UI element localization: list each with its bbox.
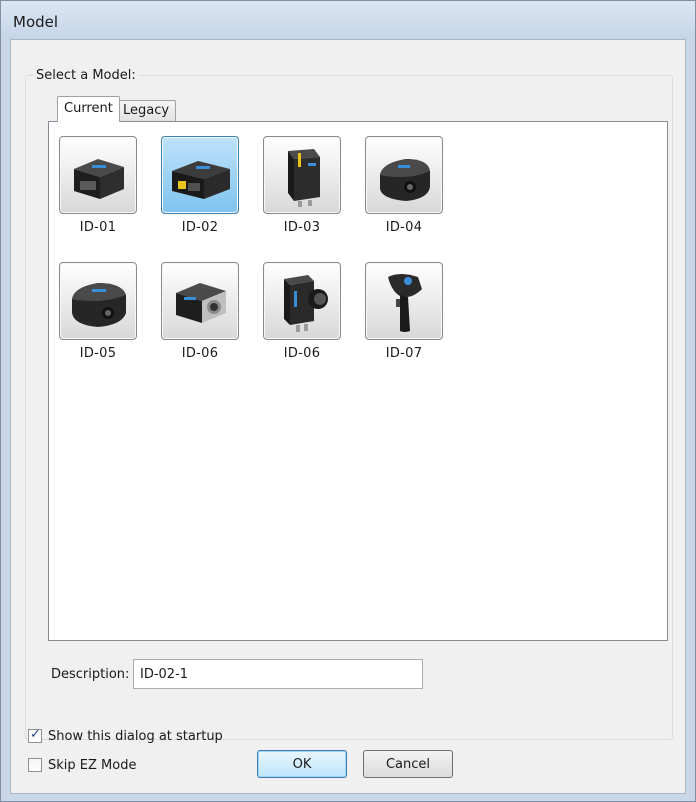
tab-current[interactable]: Current (57, 96, 120, 122)
model-thumbnail (161, 136, 239, 214)
model-label: ID-06 (181, 346, 219, 361)
skip-ez-mode-label: Skip EZ Mode (48, 757, 137, 773)
model-item-id-03[interactable]: ID-03 (255, 136, 345, 256)
model-label: ID-04 (385, 220, 423, 235)
model-item-id-02[interactable]: ID-02 (153, 136, 243, 256)
model-item-id-04[interactable]: ID-04 (357, 136, 447, 256)
model-item-id-06-b[interactable]: ID-06 (255, 262, 345, 382)
description-label: Description: (51, 667, 130, 682)
model-thumbnail (263, 136, 341, 214)
model-item-id-07[interactable]: ID-07 (357, 262, 447, 382)
scanner-dome-icon (380, 159, 430, 201)
select-model-legend: Select a Model: (36, 68, 136, 83)
cancel-button[interactable]: Cancel (363, 750, 453, 778)
model-label: ID-06 (283, 346, 321, 361)
skip-ez-mode-checkbox[interactable] (28, 758, 42, 772)
model-thumbnail (59, 136, 137, 214)
show-at-startup-checkbox[interactable] (28, 727, 42, 743)
model-thumbnail (365, 136, 443, 214)
handheld-scanner-icon (388, 274, 422, 332)
model-item-id-01[interactable]: ID-01 (51, 136, 141, 256)
model-item-id-06-a[interactable]: ID-06 (153, 262, 243, 382)
scanner-vertical-icon (288, 149, 320, 207)
scanner-dome-icon (72, 283, 126, 327)
scanner-box-icon (172, 161, 230, 199)
model-thumbnail (59, 262, 137, 340)
camera-cube-icon (176, 283, 226, 323)
title-bar[interactable]: Model (1, 1, 695, 39)
model-dialog: Model Select a Model: Current Legacy ID-… (0, 0, 696, 802)
model-label: ID-07 (385, 346, 423, 361)
model-thumbnail (263, 262, 341, 340)
model-label: ID-01 (79, 220, 117, 235)
model-label: ID-05 (79, 346, 117, 361)
dialog-body: Select a Model: Current Legacy ID-01 ID-… (10, 39, 686, 794)
show-at-startup-label: Show this dialog at startup (48, 728, 223, 744)
camera-lens-icon (284, 275, 328, 332)
show-at-startup-option[interactable]: Show this dialog at startup (28, 726, 223, 746)
window-title: Model (13, 13, 59, 31)
model-item-id-05[interactable]: ID-05 (51, 262, 141, 382)
tab-legacy[interactable]: Legacy (116, 100, 177, 122)
scanner-box-icon (74, 159, 124, 199)
skip-ez-mode-option[interactable]: Skip EZ Mode (28, 755, 136, 775)
description-field[interactable] (133, 659, 423, 689)
ok-button[interactable]: OK (257, 750, 347, 778)
model-list-panel: ID-01 ID-02 ID-03 ID-04 ID-05 ID-06 ID-0… (48, 121, 668, 641)
model-thumbnail (161, 262, 239, 340)
model-thumbnail (365, 262, 443, 340)
model-label: ID-03 (283, 220, 321, 235)
model-label: ID-02 (181, 220, 219, 235)
